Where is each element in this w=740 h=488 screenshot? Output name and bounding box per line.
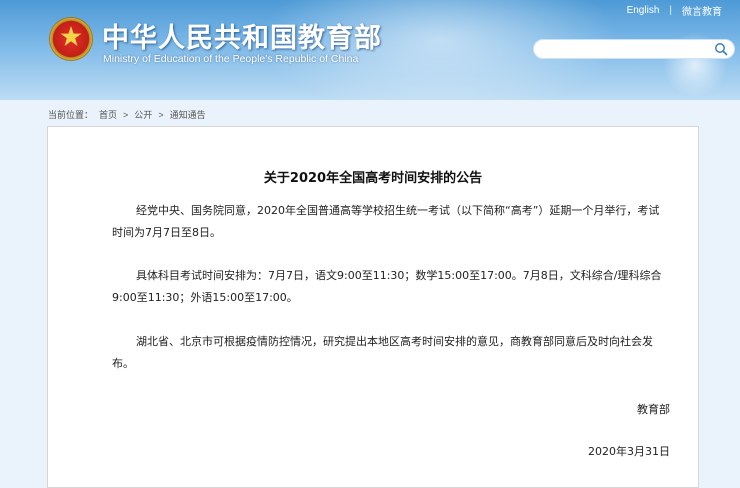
breadcrumb-separator: >: [158, 109, 164, 120]
article-paragraph: 湖北省、北京市可根据疫情防控情况，研究提出本地区高考时间安排的意见，商教育部同意…: [112, 335, 653, 370]
breadcrumb-separator: >: [123, 109, 129, 120]
breadcrumb-notices[interactable]: 通知通告: [170, 108, 206, 121]
search-input[interactable]: [542, 42, 702, 56]
english-link[interactable]: English: [627, 5, 660, 16]
article-signer: 教育部: [637, 403, 670, 416]
article-date: 2020年3月31日: [588, 445, 670, 458]
article-paragraph: 经党中央、国务院同意，2020年全国普通高等学校招生统一考试（以下简称“高考”）…: [112, 204, 660, 239]
search-box[interactable]: [533, 39, 735, 59]
article-panel: 关于2020年全国高考时间安排的公告 经党中央、国务院同意，2020年全国普通高…: [47, 126, 699, 488]
breadcrumb: 当前位置： 首页 > 公开 > 通知通告: [48, 108, 206, 121]
breadcrumb-home[interactable]: 首页: [99, 108, 117, 121]
national-emblem-icon[interactable]: [50, 18, 92, 60]
link-separator: |: [669, 5, 672, 16]
site-header: 中华人民共和国教育部 Ministry of Education of the …: [0, 0, 740, 100]
weibo-link[interactable]: 微言教育: [682, 3, 722, 18]
article-title: 关于2020年全国高考时间安排的公告: [263, 171, 483, 186]
article-paragraph: 具体科目考试时间安排为：7月7日，语文9:00至11:30；数学15:00至17…: [112, 269, 662, 304]
top-links: English | 微言教育: [627, 3, 722, 18]
emblem-star-icon: [60, 26, 82, 46]
site-title[interactable]: 中华人民共和国教育部: [102, 16, 382, 55]
search-icon[interactable]: [714, 42, 728, 56]
breadcrumb-prefix: 当前位置：: [48, 110, 94, 120]
breadcrumb-public[interactable]: 公开: [134, 108, 152, 121]
site-subtitle: Ministry of Education of the People's Re…: [103, 53, 359, 65]
